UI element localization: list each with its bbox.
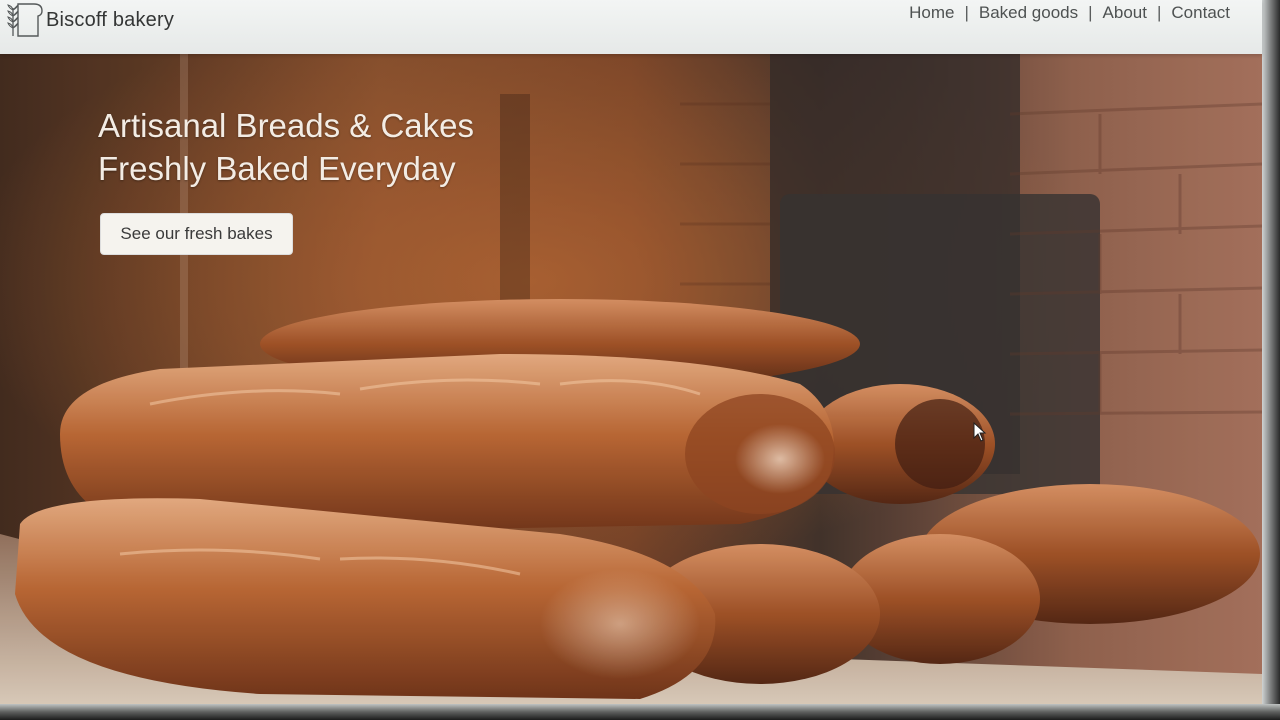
nav-link-home[interactable]: Home [907,3,956,23]
monitor-bezel-bottom [0,704,1280,720]
nav-link-contact[interactable]: Contact [1169,3,1232,23]
nav-link-about[interactable]: About [1101,3,1149,23]
nav-links: Home | Baked goods | About | Contact [907,3,1232,23]
brand-name: Biscoff bakery [46,8,175,31]
brand-link[interactable]: Biscoff bakery [4,0,174,40]
see-fresh-bakes-button[interactable]: See our fresh bakes [100,213,293,255]
browser-viewport: Biscoff bakery Home | Baked goods | Abou… [0,0,1270,712]
hero-title: Artisanal Breads & Cakes Freshly Baked E… [98,104,474,190]
nav-separator: | [964,3,969,22]
wheat-bread-icon [7,3,43,37]
hero-section: Artisanal Breads & Cakes Freshly Baked E… [0,54,1262,704]
monitor-bezel-right [1262,0,1280,720]
nav-separator: | [1088,3,1093,22]
hero-title-line-1: Artisanal Breads & Cakes [98,107,475,144]
mouse-cursor-icon [973,422,987,442]
nav-separator: | [1156,3,1162,22]
hero-title-line-2: Freshly Baked Everyday [98,150,456,187]
navbar: Biscoff bakery Home | Baked goods | Abou… [0,0,1262,54]
nav-link-baked-goods[interactable]: Baked goods [977,3,1080,23]
